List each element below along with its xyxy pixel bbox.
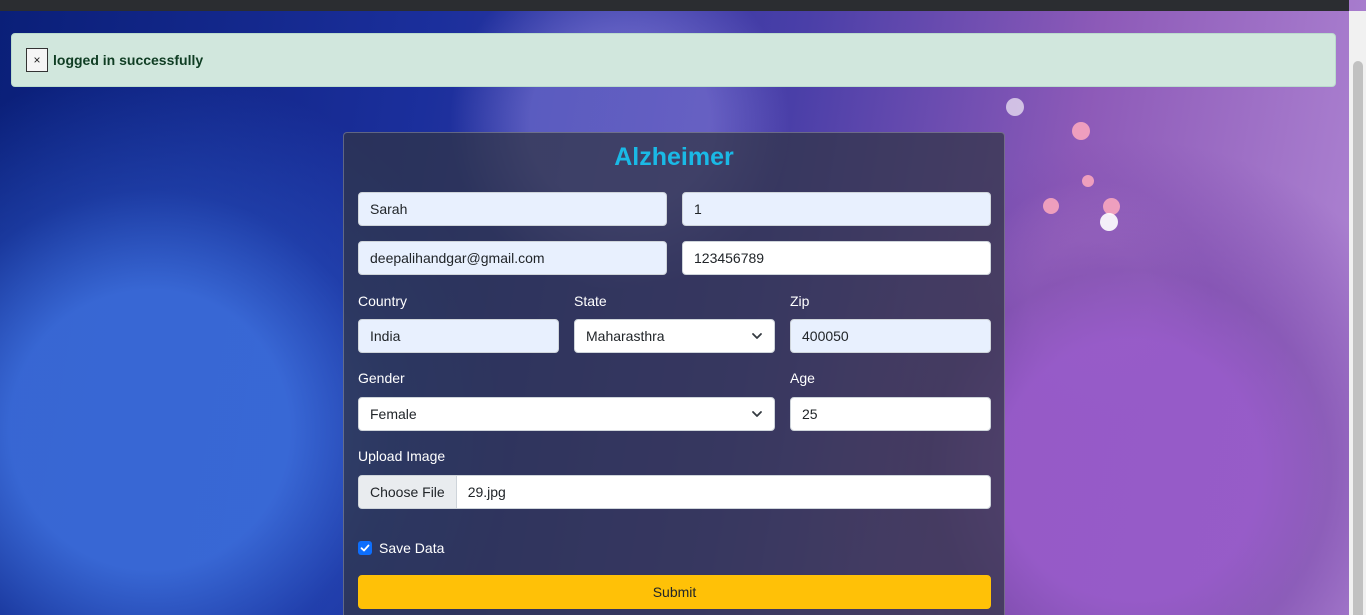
chevron-down-icon: [752, 333, 762, 339]
gender-label: Gender: [358, 370, 405, 386]
email-value: deepalihandgar@gmail.com: [370, 250, 545, 266]
save-data-row: Save Data: [358, 540, 444, 556]
alert-close-button[interactable]: ×: [26, 48, 48, 72]
decorative-dot: [1006, 98, 1024, 116]
decorative-dot: [1100, 213, 1118, 231]
save-data-label: Save Data: [379, 540, 445, 556]
zip-input[interactable]: 400050: [790, 319, 991, 353]
zip-value: 400050: [802, 328, 849, 344]
decorative-dot: [1072, 122, 1090, 140]
phone-input[interactable]: 123456789: [682, 241, 991, 275]
form-card: Alzheimer Sarah 1 deepalihandgar@gmail.c…: [343, 132, 1005, 615]
alert-message: logged in successfully: [53, 52, 204, 68]
gender-select[interactable]: Female: [358, 397, 775, 431]
chevron-down-icon: [752, 411, 762, 417]
page: × logged in successfully Alzheimer Sarah…: [0, 0, 1366, 615]
decorative-dot: [1082, 175, 1094, 187]
choose-file-button[interactable]: Choose File: [359, 476, 457, 508]
age-label: Age: [790, 370, 815, 386]
second-input[interactable]: 1: [682, 192, 991, 226]
age-value: 25: [802, 406, 818, 422]
submit-button[interactable]: Submit: [358, 575, 991, 609]
checkmark-icon: [360, 544, 370, 552]
first-name-value: Sarah: [370, 201, 408, 217]
zip-label: Zip: [790, 293, 810, 309]
decorative-dot: [1043, 198, 1059, 214]
state-value: Maharasthra: [586, 328, 665, 344]
success-alert: × logged in successfully: [11, 33, 1336, 87]
state-select[interactable]: Maharasthra: [574, 319, 775, 353]
email-input[interactable]: deepalihandgar@gmail.com: [358, 241, 667, 275]
save-data-checkbox[interactable]: [358, 541, 372, 555]
gender-value: Female: [370, 406, 417, 422]
scrollbar[interactable]: [1349, 11, 1366, 615]
country-input[interactable]: India: [358, 319, 559, 353]
scrollbar-thumb[interactable]: [1353, 61, 1363, 615]
upload-image-label: Upload Image: [358, 448, 446, 464]
phone-value: 123456789: [694, 250, 765, 266]
image-file-input[interactable]: Choose File 29.jpg: [358, 475, 991, 509]
country-label: Country: [358, 293, 408, 309]
file-name: 29.jpg: [467, 484, 506, 500]
browser-top-strip: [0, 0, 1349, 11]
first-name-input[interactable]: Sarah: [358, 192, 667, 226]
second-input-value: 1: [694, 201, 702, 217]
form-title: Alzheimer: [614, 143, 734, 171]
state-label: State: [574, 293, 607, 309]
country-value: India: [370, 328, 401, 344]
age-input[interactable]: 25: [790, 397, 991, 431]
